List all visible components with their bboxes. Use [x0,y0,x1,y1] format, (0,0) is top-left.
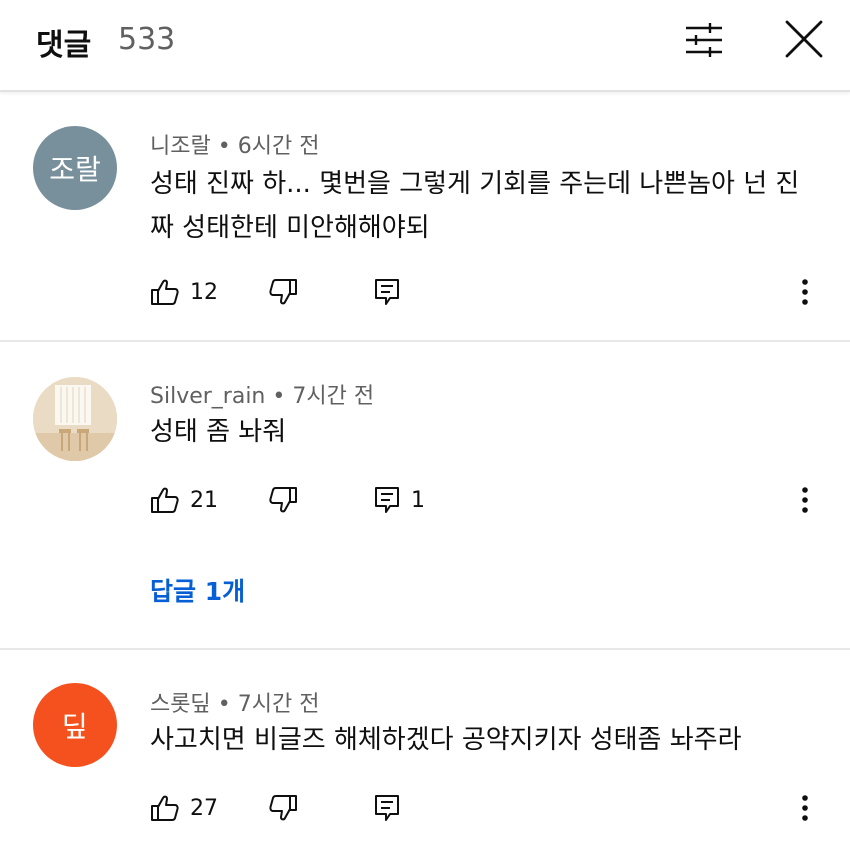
like-count: 12 [190,279,218,305]
dislike-button[interactable] [268,480,298,520]
sort-filter-button[interactable] [680,18,728,62]
comment-icon [375,487,399,513]
comment-icon [375,279,399,305]
comment-author[interactable]: Silver_rain [150,384,265,409]
comment-item: 조랄 니조랄 • 6시간 전 성태 진짜 하... 몇번을 그렇게 기회를 주는… [0,92,850,342]
avatar-initials: 딮 [62,710,88,743]
comment-time: 7시간 전 [237,692,320,717]
comment-text: 사고치면 비글즈 해체하겠다 공약지키자 성태좀 놔주라 [150,725,742,755]
dislike-button[interactable] [268,272,298,312]
more-vert-icon [802,795,808,821]
reply-button[interactable]: 1 [373,480,425,520]
comment-time: 6시간 전 [237,134,320,159]
close-button[interactable] [780,18,828,62]
thumbs-down-icon [269,279,297,305]
more-options-button[interactable] [790,480,820,520]
avatar[interactable]: 조랄 [33,126,117,210]
comment-author[interactable]: 스롯딮 [150,692,211,717]
comment-actions: 27 [150,788,840,828]
more-vert-icon [802,279,808,305]
like-button[interactable]: 27 [150,788,218,828]
comment-meta: 스롯딮 • 7시간 전 [150,692,320,717]
thumbs-up-icon [151,279,179,305]
comments-count: 533 [118,22,176,57]
reply-button[interactable] [373,272,411,312]
like-count: 27 [190,795,218,821]
close-icon [785,20,823,58]
avatar-photo-icon [33,377,117,461]
comment-actions: 12 [150,272,840,312]
more-options-button[interactable] [790,788,820,828]
like-button[interactable]: 21 [150,480,218,520]
more-options-button[interactable] [790,272,820,312]
thumbs-down-icon [269,487,297,513]
thumbs-up-icon [151,795,179,821]
comment-text: 성태 진짜 하... 몇번을 그렇게 기회를 주는데 나쁜놈아 넌 진짜 성태한… [150,169,800,243]
like-count: 21 [190,487,218,513]
sliders-icon [686,23,722,57]
like-button[interactable]: 12 [150,272,218,312]
comment-item: Silver_rain • 7시간 전 성태 좀 놔줘 21 1 답글 1개 [0,342,850,648]
reply-button[interactable] [373,788,411,828]
comments-title: 댓글 [36,28,92,63]
thumbs-down-icon [269,795,297,821]
avatar-initials: 조랄 [49,153,101,186]
thumbs-up-icon [151,487,179,513]
avatar[interactable]: 딮 [33,683,117,767]
more-vert-icon [802,487,808,513]
comment-meta: 니조랄 • 6시간 전 [150,134,320,159]
dislike-button[interactable] [268,788,298,828]
avatar[interactable] [33,377,117,461]
reply-count: 1 [411,487,425,513]
comment-item: 딮 스롯딮 • 7시간 전 사고치면 비글즈 해체하겠다 공약지키자 성태좀 놔… [0,650,850,842]
comment-time: 7시간 전 [292,384,375,409]
comment-author[interactable]: 니조랄 [150,134,211,159]
comment-actions: 21 1 [150,480,840,520]
comment-meta: Silver_rain • 7시간 전 [150,384,375,409]
comment-icon [375,795,399,821]
view-replies-link[interactable]: 답글 1개 [150,572,245,608]
comment-text: 성태 좀 놔줘 [150,417,287,447]
comments-header: 댓글 533 [0,0,850,92]
